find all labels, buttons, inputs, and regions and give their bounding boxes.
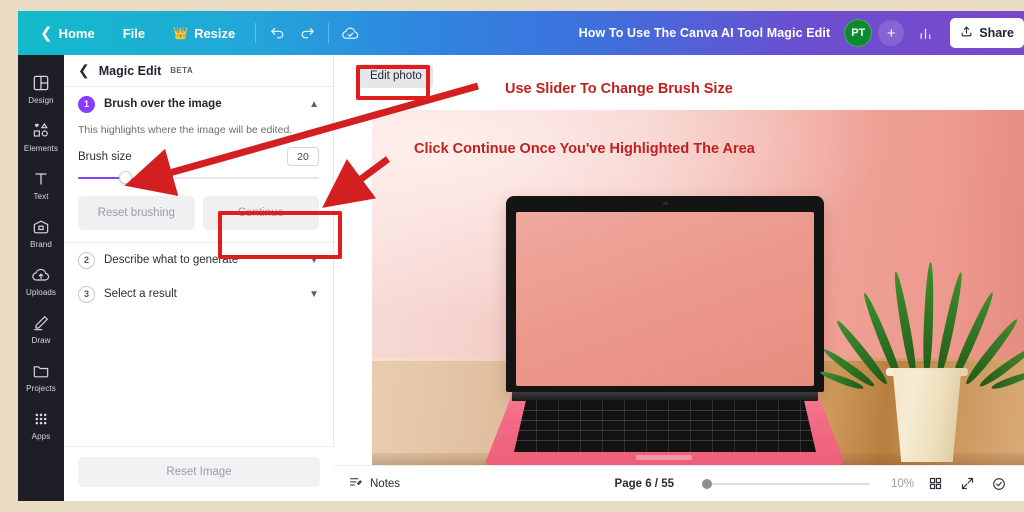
toolbar-divider-1 <box>255 23 257 43</box>
step-2-badge: 2 <box>78 251 95 269</box>
fullscreen-icon[interactable] <box>956 473 978 495</box>
step-1-badge: 1 <box>78 95 95 113</box>
sidebar-item-apps[interactable]: Apps <box>18 401 64 447</box>
reset-image-button[interactable]: Reset Image <box>78 457 320 487</box>
design-photo[interactable] <box>372 110 1024 465</box>
annotation-box-edit-photo <box>356 65 430 100</box>
notes-label: Notes <box>370 477 401 490</box>
page-title: Magic Edit <box>98 63 162 78</box>
slider-thumb[interactable] <box>119 171 132 185</box>
sidebar-label-apps: Apps <box>31 432 51 441</box>
sidebar-item-draw[interactable]: Draw <box>18 305 64 351</box>
brand-icon <box>31 217 51 237</box>
sidebar-item-projects[interactable]: Projects <box>18 353 64 399</box>
share-label: Share <box>979 26 1014 40</box>
panel-description: This highlights where the image will be … <box>78 124 293 136</box>
toolbar-divider-2 <box>328 23 330 43</box>
reset-brushing-button[interactable]: Reset brushing <box>78 196 195 231</box>
toolbar-right-group: How To Use The Canva AI Tool Magic Edit … <box>579 18 1024 48</box>
text-icon <box>31 169 51 189</box>
panel-back-chevron-left-icon[interactable]: ❮ <box>78 62 90 79</box>
laptop-screen <box>516 212 814 386</box>
step-3-header[interactable]: 3 Select a result ▼ <box>64 277 333 311</box>
beta-badge: BETA <box>170 66 194 75</box>
laptop-trackpad <box>636 455 692 460</box>
home-label: Home <box>58 25 95 41</box>
canvas-area: Edit photo <box>334 55 1024 501</box>
step-3-badge: 3 <box>78 285 95 303</box>
canva-editor-window: ❮ Home File 👑 Resize How To Use The Canv… <box>18 11 1024 501</box>
photo-vignette <box>942 110 1024 465</box>
brush-size-row: Brush size 20 <box>64 137 333 167</box>
sidebar-label-projects: Projects <box>26 384 56 393</box>
annotation-box-continue <box>218 211 342 259</box>
annotation-slider-text: Use Slider To Change Brush Size <box>505 81 733 97</box>
toolbar-left-group: ❮ Home File 👑 Resize <box>18 18 365 48</box>
document-title[interactable]: How To Use The Canva AI Tool Magic Edit <box>579 26 831 40</box>
sidebar-item-text[interactable]: Text <box>18 161 64 207</box>
sidebar-item-brand[interactable]: Brand <box>18 209 64 255</box>
step-1-label: Brush over the image <box>104 98 222 110</box>
chevron-down-icon-2[interactable]: ▼ <box>309 289 319 300</box>
shapes-icon <box>31 121 51 141</box>
zoom-slider-thumb[interactable] <box>702 478 712 489</box>
chevron-up-icon[interactable]: ▲ <box>309 99 319 110</box>
sidebar-item-elements[interactable]: Elements <box>18 113 64 159</box>
bottom-toolbar: Notes Page 6 / 55 10% <box>334 465 1024 501</box>
sidebar-label-design: Design <box>28 96 54 105</box>
notes-icon <box>348 475 363 493</box>
add-collaborator-button[interactable]: + <box>878 20 905 46</box>
grid-apps-icon <box>31 409 51 429</box>
notes-button[interactable]: Notes <box>348 475 400 493</box>
zoom-percent-label: 10% <box>890 477 914 490</box>
crown-icon: 👑 <box>173 26 189 40</box>
folder-icon <box>31 361 51 381</box>
resize-button[interactable]: 👑 Resize <box>159 20 249 47</box>
chevron-left-icon: ❮ <box>40 25 53 42</box>
laptop-keyboard <box>514 400 816 452</box>
sidebar-item-design[interactable]: Design <box>18 65 64 111</box>
upload-icon <box>960 25 973 41</box>
laptop-hinge <box>512 392 818 401</box>
sidebar-label-uploads: Uploads <box>25 288 57 297</box>
pen-icon <box>31 313 51 333</box>
file-menu-button[interactable]: File <box>109 20 159 47</box>
photo-laptop <box>474 196 856 465</box>
grid-view-icon[interactable] <box>924 473 946 495</box>
share-button[interactable]: Share <box>950 18 1024 48</box>
annotation-continue-text: Click Continue Once You've Highlighted T… <box>414 141 755 157</box>
undo-icon[interactable] <box>262 18 292 48</box>
design-icon <box>31 73 51 93</box>
laptop-camera <box>662 202 668 205</box>
file-label: File <box>122 25 146 41</box>
zoom-slider-track <box>702 482 870 485</box>
bar-chart-icon[interactable] <box>910 18 940 48</box>
sidebar-label-text: Text <box>33 192 49 201</box>
check-circle-icon[interactable] <box>988 473 1010 495</box>
upload-cloud-icon <box>31 265 51 285</box>
redo-icon[interactable] <box>292 18 322 48</box>
top-toolbar: ❮ Home File 👑 Resize How To Use The Canv… <box>18 11 1024 55</box>
step-1-header[interactable]: 1 Brush over the image ▲ <box>64 87 333 121</box>
left-sidebar-rail: Design Elements Text Brand Uploads Draw … <box>18 55 64 501</box>
laptop-lid <box>506 196 824 392</box>
brush-size-input[interactable]: 20 <box>287 147 319 167</box>
sidebar-label-brand: Brand <box>30 240 52 249</box>
sidebar-item-uploads[interactable]: Uploads <box>18 257 64 303</box>
panel-header: ❮ Magic Edit BETA <box>64 55 333 87</box>
home-button[interactable]: ❮ Home <box>26 18 109 48</box>
resize-label: Resize <box>194 25 236 41</box>
page-indicator[interactable]: Page 6 / 55 <box>615 478 674 490</box>
brush-size-slider[interactable] <box>64 166 333 185</box>
step-3-label: Select a result <box>104 288 177 301</box>
sidebar-label-draw: Draw <box>31 336 51 345</box>
zoom-slider[interactable] <box>702 477 870 491</box>
reset-image-footer: Reset Image <box>64 446 334 501</box>
avatar[interactable]: PT <box>844 19 873 47</box>
brush-size-label: Brush size <box>78 150 132 163</box>
cloud-saved-icon[interactable] <box>335 18 365 48</box>
magic-edit-panel: ❮ Magic Edit BETA 1 Brush over the image… <box>64 55 334 501</box>
sidebar-label-elements: Elements <box>23 144 59 153</box>
